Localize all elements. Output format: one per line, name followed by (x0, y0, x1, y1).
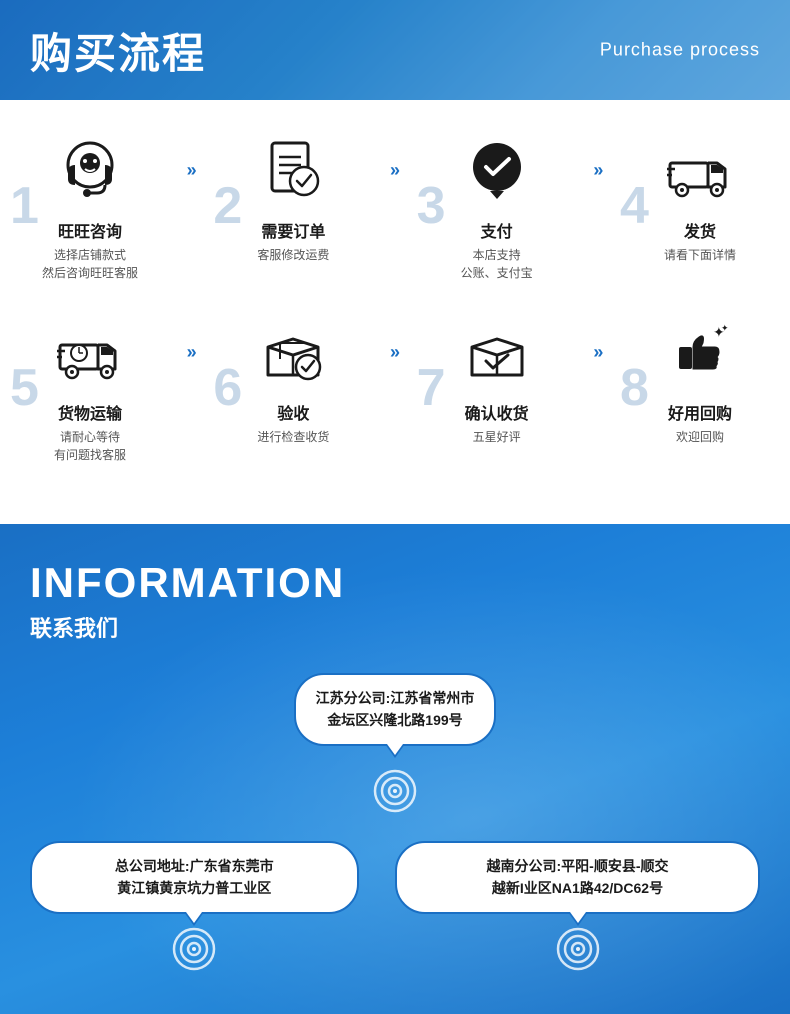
arrow-2-3: » (390, 130, 400, 181)
steps-row-1: 1 旺旺咨询 选择店铺款式然后咨询旺旺客服 (20, 130, 770, 282)
bubble-top-row: 江苏分公司:江苏省常州市金坛区兴隆北路199号 (294, 673, 497, 746)
step-7: 7 确认收货 五星好评 (427, 312, 567, 446)
step-1: 1 旺旺咨询 选择店铺款式然后咨询旺旺客服 (20, 130, 160, 282)
step-6-title: 验收 (257, 400, 329, 424)
step-2-desc: 客服修改运费 (257, 246, 329, 264)
step-3-number: 3 (417, 180, 446, 232)
step-8-icon: ✦ ✦ (660, 312, 740, 392)
header-title-cn: 购买流程 (30, 20, 206, 81)
step-3-content: 支付 本店支持公账、支付宝 (461, 218, 533, 282)
step-3-icon (457, 130, 537, 210)
target-icon-center (370, 766, 420, 816)
step-1-number: 1 (10, 180, 39, 232)
info-title-cn: 联系我们 (30, 611, 760, 643)
step-5-title: 货物运输 (54, 400, 126, 424)
step-1-title: 旺旺咨询 (42, 218, 138, 242)
step-4: 4 (630, 130, 770, 264)
target-icon-left (169, 924, 219, 974)
arrow-6-7: » (390, 312, 400, 363)
step-3: 3 支付 本店支持公账、支付宝 (427, 130, 567, 282)
arrow-3-4: » (593, 130, 603, 181)
step-1-desc: 选择店铺款式然后咨询旺旺客服 (42, 246, 138, 282)
bubble-vietnam: 越南分公司:平阳-顺安县-顺交越新I业区NA1路42/DC62号 (395, 841, 760, 914)
step-7-desc: 五星好评 (465, 428, 529, 446)
step-4-icon (660, 130, 740, 210)
header-title-en: Purchase process (600, 40, 760, 61)
step-8: 8 ✦ ✦ 好用回购 欢迎回购 (630, 312, 770, 446)
step-1-content: 旺旺咨询 选择店铺款式然后咨询旺旺客服 (42, 218, 138, 282)
step-8-title: 好用回购 (668, 400, 732, 424)
step-2: 2 需要订单 客服修改运费 (223, 130, 363, 264)
step-2-content: 需要订单 客服修改运费 (257, 218, 329, 264)
step-3-title: 支付 (461, 218, 533, 242)
step-8-content: 好用回购 欢迎回购 (668, 400, 732, 446)
step-4-title: 发货 (664, 218, 736, 242)
arrow-5-6: » (187, 312, 197, 363)
step-7-title: 确认收货 (465, 400, 529, 424)
steps-section: 1 旺旺咨询 选择店铺款式然后咨询旺旺客服 (0, 100, 790, 524)
step-2-number: 2 (213, 180, 242, 232)
bubble-guangdong: 总公司地址:广东省东莞市黄江镇黄京坑力普工业区 (30, 841, 359, 914)
step-5-content: 货物运输 请耐心等待有问题找客服 (54, 400, 126, 464)
step-3-desc: 本店支持公账、支付宝 (461, 246, 533, 282)
step-4-content: 发货 请看下面详情 (664, 218, 736, 264)
step-6-icon (253, 312, 333, 392)
step-8-desc: 欢迎回购 (668, 428, 732, 446)
step-6-content: 验收 进行检查收货 (257, 400, 329, 446)
info-title-en: INFORMATION (30, 559, 760, 607)
step-6-desc: 进行检查收货 (257, 428, 329, 446)
step-5-desc: 请耐心等待有问题找客服 (54, 428, 126, 464)
step-7-number: 7 (417, 362, 446, 414)
step-4-desc: 请看下面详情 (664, 246, 736, 264)
step-2-title: 需要订单 (257, 218, 329, 242)
info-section: INFORMATION 联系我们 江苏分公司:江苏省常州市金坛区兴隆北路199号 (0, 524, 790, 1014)
step-7-content: 确认收货 五星好评 (465, 400, 529, 446)
step-6-number: 6 (213, 362, 242, 414)
step-7-icon (457, 312, 537, 392)
step-5-number: 5 (10, 362, 39, 414)
step-8-number: 8 (620, 362, 649, 414)
bubble-jiangsu: 江苏分公司:江苏省常州市金坛区兴隆北路199号 (294, 673, 497, 746)
step-5: 5 (20, 312, 160, 464)
step-1-icon (50, 130, 130, 210)
header-section: 购买流程 Purchase process (0, 0, 790, 100)
step-2-icon (253, 130, 333, 210)
target-icon-right (553, 924, 603, 974)
bubble-bottom-row: 总公司地址:广东省东莞市黄江镇黄京坑力普工业区 越南分公司:平阳-顺安县-顺交越… (30, 841, 760, 974)
svg-text:✦: ✦ (721, 323, 729, 333)
step-5-icon (50, 312, 130, 392)
step-6: 6 验收 进行检查收货 (223, 312, 363, 446)
arrow-7-8: » (593, 312, 603, 363)
steps-row-2: 5 (20, 312, 770, 464)
step-4-number: 4 (620, 180, 649, 232)
bubble-container: 江苏分公司:江苏省常州市金坛区兴隆北路199号 总公司地址:广东省东莞市黄江镇黄… (30, 673, 760, 974)
arrow-1-2: » (187, 130, 197, 181)
